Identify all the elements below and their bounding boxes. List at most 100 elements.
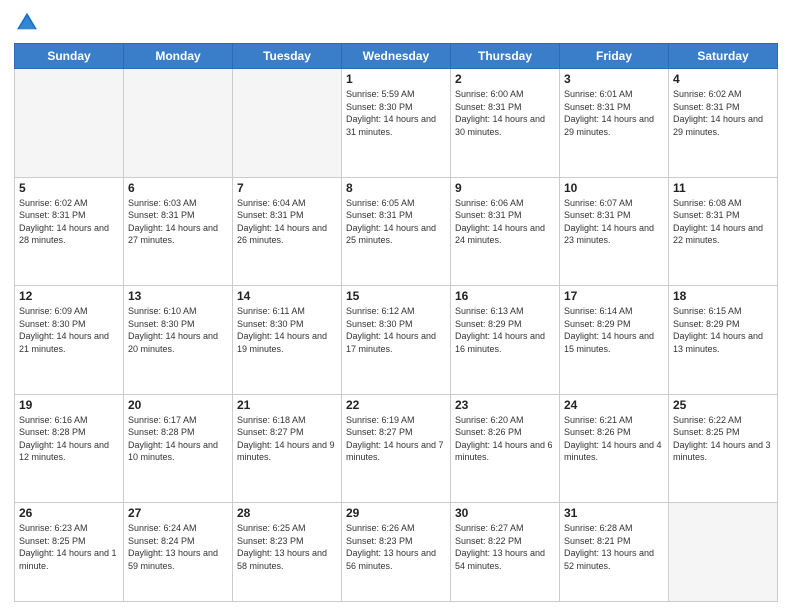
header [14,10,778,37]
day-info: Sunrise: 6:05 AMSunset: 8:31 PMDaylight:… [346,197,446,247]
day-info: Sunrise: 6:11 AMSunset: 8:30 PMDaylight:… [237,305,337,355]
calendar-cell: 30Sunrise: 6:27 AMSunset: 8:22 PMDayligh… [451,503,560,602]
day-number: 2 [455,72,555,86]
day-info: Sunrise: 6:17 AMSunset: 8:28 PMDaylight:… [128,414,228,464]
day-info: Sunrise: 6:19 AMSunset: 8:27 PMDaylight:… [346,414,446,464]
week-row-5: 26 Sunrise: 6:23 AMSunset: 8:25 PMDayligh… [15,503,778,602]
day-number: 5 [19,181,119,195]
week-row-1: 1 Sunrise: 5:59 AMSunset: 8:30 PMDaylight… [15,69,778,178]
day-info: Sunrise: 6:00 AMSunset: 8:31 PMDaylight:… [455,88,555,138]
day-info: Sunrise: 6:26 AMSunset: 8:23 PMDaylight:… [346,522,446,572]
calendar-cell: 12 Sunrise: 6:09 AMSunset: 8:30 PMDayligh… [15,286,124,395]
day-info: Sunrise: 6:13 AMSunset: 8:29 PMDaylight:… [455,305,555,355]
day-info: Sunrise: 6:08 AMSunset: 8:31 PMDaylight:… [673,197,773,247]
page: SundayMondayTuesdayWednesdayThursdayFrid… [0,0,792,612]
calendar-cell: 14 Sunrise: 6:11 AMSunset: 8:30 PMDayligh… [233,286,342,395]
calendar-cell: 9 Sunrise: 6:06 AMSunset: 8:31 PMDaylight… [451,177,560,286]
day-info: Sunrise: 6:10 AMSunset: 8:30 PMDaylight:… [128,305,228,355]
day-number: 13 [128,289,228,303]
calendar-cell: 3 Sunrise: 6:01 AMSunset: 8:31 PMDaylight… [560,69,669,178]
day-info: Sunrise: 6:15 AMSunset: 8:29 PMDaylight:… [673,305,773,355]
calendar-cell: 5 Sunrise: 6:02 AMSunset: 8:31 PMDaylight… [15,177,124,286]
calendar-table: SundayMondayTuesdayWednesdayThursdayFrid… [14,43,778,602]
day-number: 15 [346,289,446,303]
day-number: 8 [346,181,446,195]
calendar-cell: 6 Sunrise: 6:03 AMSunset: 8:31 PMDaylight… [124,177,233,286]
day-number: 25 [673,398,773,412]
day-number: 29 [346,506,446,520]
calendar-cell: 22 Sunrise: 6:19 AMSunset: 8:27 PMDayligh… [342,394,451,503]
day-info: Sunrise: 6:23 AMSunset: 8:25 PMDaylight:… [19,522,119,572]
calendar-cell: 7Sunrise: 6:04 AMSunset: 8:31 PMDaylight… [233,177,342,286]
day-info: Sunrise: 6:12 AMSunset: 8:30 PMDaylight:… [346,305,446,355]
day-info: Sunrise: 6:28 AMSunset: 8:21 PMDaylight:… [564,522,664,572]
week-row-3: 12 Sunrise: 6:09 AMSunset: 8:30 PMDayligh… [15,286,778,395]
calendar-cell: 11Sunrise: 6:08 AMSunset: 8:31 PMDayligh… [669,177,778,286]
calendar-cell: 21Sunrise: 6:18 AMSunset: 8:27 PMDayligh… [233,394,342,503]
weekday-header-tuesday: Tuesday [233,44,342,69]
calendar-cell: 4Sunrise: 6:02 AMSunset: 8:31 PMDaylight… [669,69,778,178]
day-info: Sunrise: 6:03 AMSunset: 8:31 PMDaylight:… [128,197,228,247]
weekday-header-friday: Friday [560,44,669,69]
day-number: 14 [237,289,337,303]
calendar-cell: 13 Sunrise: 6:10 AMSunset: 8:30 PMDayligh… [124,286,233,395]
calendar-cell: 23 Sunrise: 6:20 AMSunset: 8:26 PMDayligh… [451,394,560,503]
day-info: Sunrise: 6:01 AMSunset: 8:31 PMDaylight:… [564,88,664,138]
day-number: 24 [564,398,664,412]
day-number: 3 [564,72,664,86]
day-number: 27 [128,506,228,520]
calendar-cell: 24 Sunrise: 6:21 AMSunset: 8:26 PMDayligh… [560,394,669,503]
calendar-cell: 10 Sunrise: 6:07 AMSunset: 8:31 PMDayligh… [560,177,669,286]
calendar-cell: 31 Sunrise: 6:28 AMSunset: 8:21 PMDayligh… [560,503,669,602]
weekday-header-wednesday: Wednesday [342,44,451,69]
calendar-cell: 15 Sunrise: 6:12 AMSunset: 8:30 PMDayligh… [342,286,451,395]
day-info: Sunrise: 6:25 AMSunset: 8:23 PMDaylight:… [237,522,337,572]
calendar-cell: 20 Sunrise: 6:17 AMSunset: 8:28 PMDayligh… [124,394,233,503]
day-number: 23 [455,398,555,412]
calendar-cell: 19Sunrise: 6:16 AMSunset: 8:28 PMDayligh… [15,394,124,503]
day-info: Sunrise: 5:59 AMSunset: 8:30 PMDaylight:… [346,88,446,138]
day-number: 26 [19,506,119,520]
day-number: 22 [346,398,446,412]
day-info: Sunrise: 6:04 AMSunset: 8:31 PMDaylight:… [237,197,337,247]
day-info: Sunrise: 6:20 AMSunset: 8:26 PMDaylight:… [455,414,555,464]
calendar-cell [15,69,124,178]
day-number: 6 [128,181,228,195]
calendar-cell: 2 Sunrise: 6:00 AMSunset: 8:31 PMDaylight… [451,69,560,178]
day-number: 4 [673,72,773,86]
week-row-2: 5 Sunrise: 6:02 AMSunset: 8:31 PMDaylight… [15,177,778,286]
day-number: 18 [673,289,773,303]
weekday-header-sunday: Sunday [15,44,124,69]
weekday-header-monday: Monday [124,44,233,69]
calendar-cell: 18 Sunrise: 6:15 AMSunset: 8:29 PMDayligh… [669,286,778,395]
day-number: 20 [128,398,228,412]
calendar-cell: 1 Sunrise: 5:59 AMSunset: 8:30 PMDaylight… [342,69,451,178]
weekday-header-row: SundayMondayTuesdayWednesdayThursdayFrid… [15,44,778,69]
day-info: Sunrise: 6:09 AMSunset: 8:30 PMDaylight:… [19,305,119,355]
calendar-cell: 28 Sunrise: 6:25 AMSunset: 8:23 PMDayligh… [233,503,342,602]
weekday-header-saturday: Saturday [669,44,778,69]
day-number: 9 [455,181,555,195]
day-number: 19 [19,398,119,412]
weekday-header-thursday: Thursday [451,44,560,69]
calendar-cell: 26 Sunrise: 6:23 AMSunset: 8:25 PMDayligh… [15,503,124,602]
day-number: 31 [564,506,664,520]
day-info: Sunrise: 6:18 AMSunset: 8:27 PMDaylight:… [237,414,337,464]
day-number: 16 [455,289,555,303]
day-info: Sunrise: 6:07 AMSunset: 8:31 PMDaylight:… [564,197,664,247]
calendar-cell: 29 Sunrise: 6:26 AMSunset: 8:23 PMDayligh… [342,503,451,602]
day-number: 1 [346,72,446,86]
calendar-cell [669,503,778,602]
day-info: Sunrise: 6:22 AMSunset: 8:25 PMDaylight:… [673,414,773,464]
day-number: 28 [237,506,337,520]
day-info: Sunrise: 6:21 AMSunset: 8:26 PMDaylight:… [564,414,664,464]
day-info: Sunrise: 6:27 AMSunset: 8:22 PMDaylight:… [455,522,555,572]
logo [14,10,38,37]
day-info: Sunrise: 6:02 AMSunset: 8:31 PMDaylight:… [19,197,119,247]
calendar-cell: 27 Sunrise: 6:24 AMSunset: 8:24 PMDayligh… [124,503,233,602]
day-number: 12 [19,289,119,303]
day-info: Sunrise: 6:24 AMSunset: 8:24 PMDaylight:… [128,522,228,572]
day-info: Sunrise: 6:06 AMSunset: 8:31 PMDaylight:… [455,197,555,247]
day-number: 10 [564,181,664,195]
calendar-cell: 17Sunrise: 6:14 AMSunset: 8:29 PMDayligh… [560,286,669,395]
